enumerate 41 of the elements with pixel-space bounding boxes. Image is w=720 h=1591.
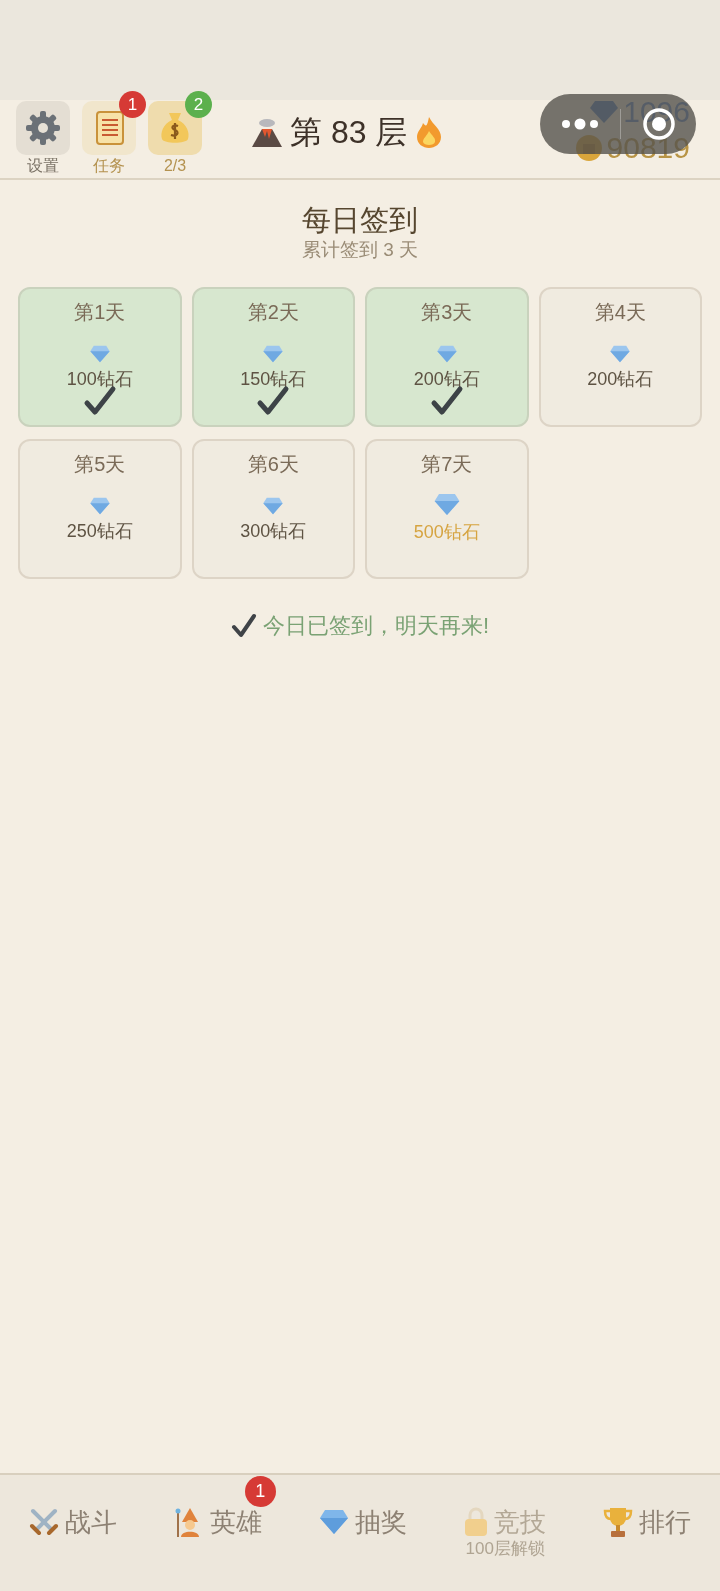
checkin-message: 今日已签到，明天再来! (262, 612, 490, 640)
reward-text: 100钻石 (66, 368, 133, 391)
diamond-icon (318, 1509, 349, 1535)
reward-text: 200钻石 (413, 368, 480, 391)
checkin-subtitle: 累计签到 3 天 (301, 238, 419, 262)
diamond-icon (88, 345, 111, 363)
gear-icon (24, 109, 62, 147)
day-label: 第7天 (421, 452, 473, 477)
nav-tab[interactable]: 抽奖 (318, 1505, 407, 1539)
reward-text: 300钻石 (240, 520, 307, 543)
day-label: 第3天 (421, 300, 473, 325)
more-icon[interactable] (560, 118, 599, 130)
lock-icon (464, 1507, 489, 1537)
button-label: 设置 (27, 156, 59, 176)
reward-text: 500钻石 (413, 521, 480, 544)
day-label: 第1天 (74, 300, 126, 325)
trophy-icon (603, 1506, 634, 1538)
reward-text: 150钻石 (240, 368, 307, 391)
nav-tab[interactable]: 战斗 (28, 1505, 117, 1539)
day-label: 第6天 (247, 452, 299, 477)
notification-badge: 1 (244, 1476, 276, 1507)
diamond-icon (262, 497, 285, 515)
diamond-icon (609, 345, 632, 363)
diamond-icon (432, 493, 461, 516)
day-label: 第2天 (247, 300, 299, 325)
button-label: 任务 (93, 156, 125, 176)
checkin-title: 每日签到 (302, 203, 418, 238)
day-label: 第4天 (594, 300, 646, 325)
reward-text: 250钻石 (66, 520, 133, 543)
diamond-icon (435, 345, 458, 363)
nav-tab[interactable]: 英雄 (173, 1505, 262, 1539)
reward-text: 200钻石 (587, 368, 654, 391)
nav-tab[interactable]: 排行 (603, 1505, 692, 1539)
floor-title: 第 83 层 (290, 113, 408, 152)
diamond-icon (88, 497, 111, 515)
check-icon (230, 612, 257, 639)
settings-button[interactable] (16, 101, 70, 155)
swords-icon (28, 1507, 59, 1537)
button-label: 2/3 (163, 156, 187, 176)
day-label: 第5天 (74, 452, 126, 477)
diamond-icon (262, 345, 285, 363)
